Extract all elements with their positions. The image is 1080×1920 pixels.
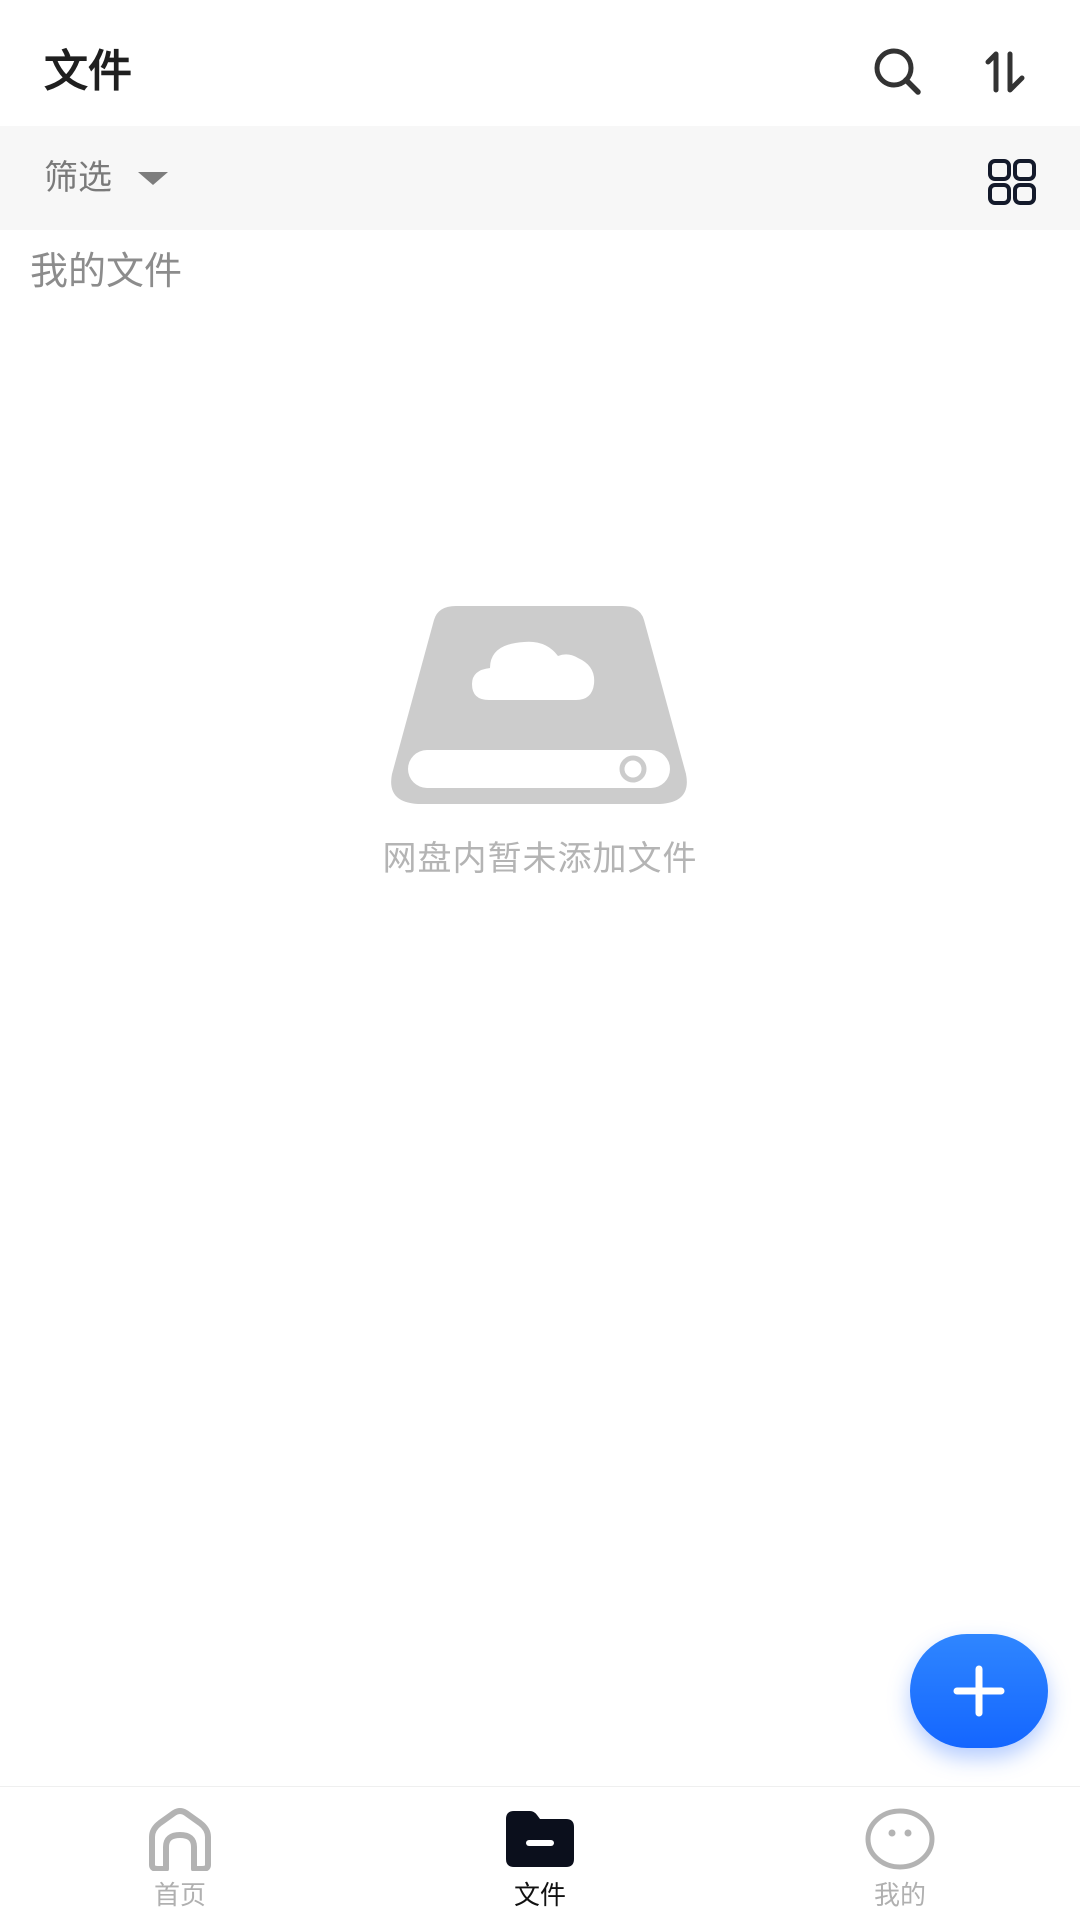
caret-down-icon xyxy=(138,171,168,185)
section-title: 我的文件 xyxy=(30,249,183,293)
sort-button[interactable] xyxy=(970,36,1042,108)
sort-icon xyxy=(985,51,1025,93)
grid-view-icon xyxy=(988,159,1036,205)
view-toggle-button[interactable] xyxy=(980,150,1044,214)
nav-item-files[interactable]: 文件 xyxy=(450,1787,630,1920)
search-icon xyxy=(874,48,921,95)
nav-item-mine[interactable]: 我的 xyxy=(810,1787,990,1920)
nav-label-mine: 我的 xyxy=(873,1881,926,1911)
nav-item-home[interactable]: 首页 xyxy=(90,1787,270,1920)
top-app-bar: 文件 xyxy=(0,0,1080,126)
profile-face-icon xyxy=(865,1808,935,1870)
home-icon xyxy=(149,1808,211,1871)
filter-dropdown[interactable]: 筛选 xyxy=(44,152,168,204)
folder-icon xyxy=(506,1811,574,1867)
add-button[interactable] xyxy=(910,1634,1048,1748)
filter-label: 筛选 xyxy=(44,158,112,198)
page-title: 文件 xyxy=(44,46,132,97)
nav-label-home: 首页 xyxy=(153,1881,206,1911)
files-page: 文件 筛选 我的文件 网盘内暂未添加文件 首页 文件 我的 xyxy=(0,0,1080,1920)
plus-icon xyxy=(953,1665,1005,1717)
search-button[interactable] xyxy=(862,36,934,108)
cloud-drive-icon xyxy=(391,606,687,804)
empty-state-message: 网盘内暂未添加文件 xyxy=(382,839,698,879)
filter-bar: 筛选 xyxy=(0,126,1080,230)
nav-label-files: 文件 xyxy=(513,1881,566,1911)
bottom-nav: 首页 文件 我的 xyxy=(0,1786,1080,1920)
